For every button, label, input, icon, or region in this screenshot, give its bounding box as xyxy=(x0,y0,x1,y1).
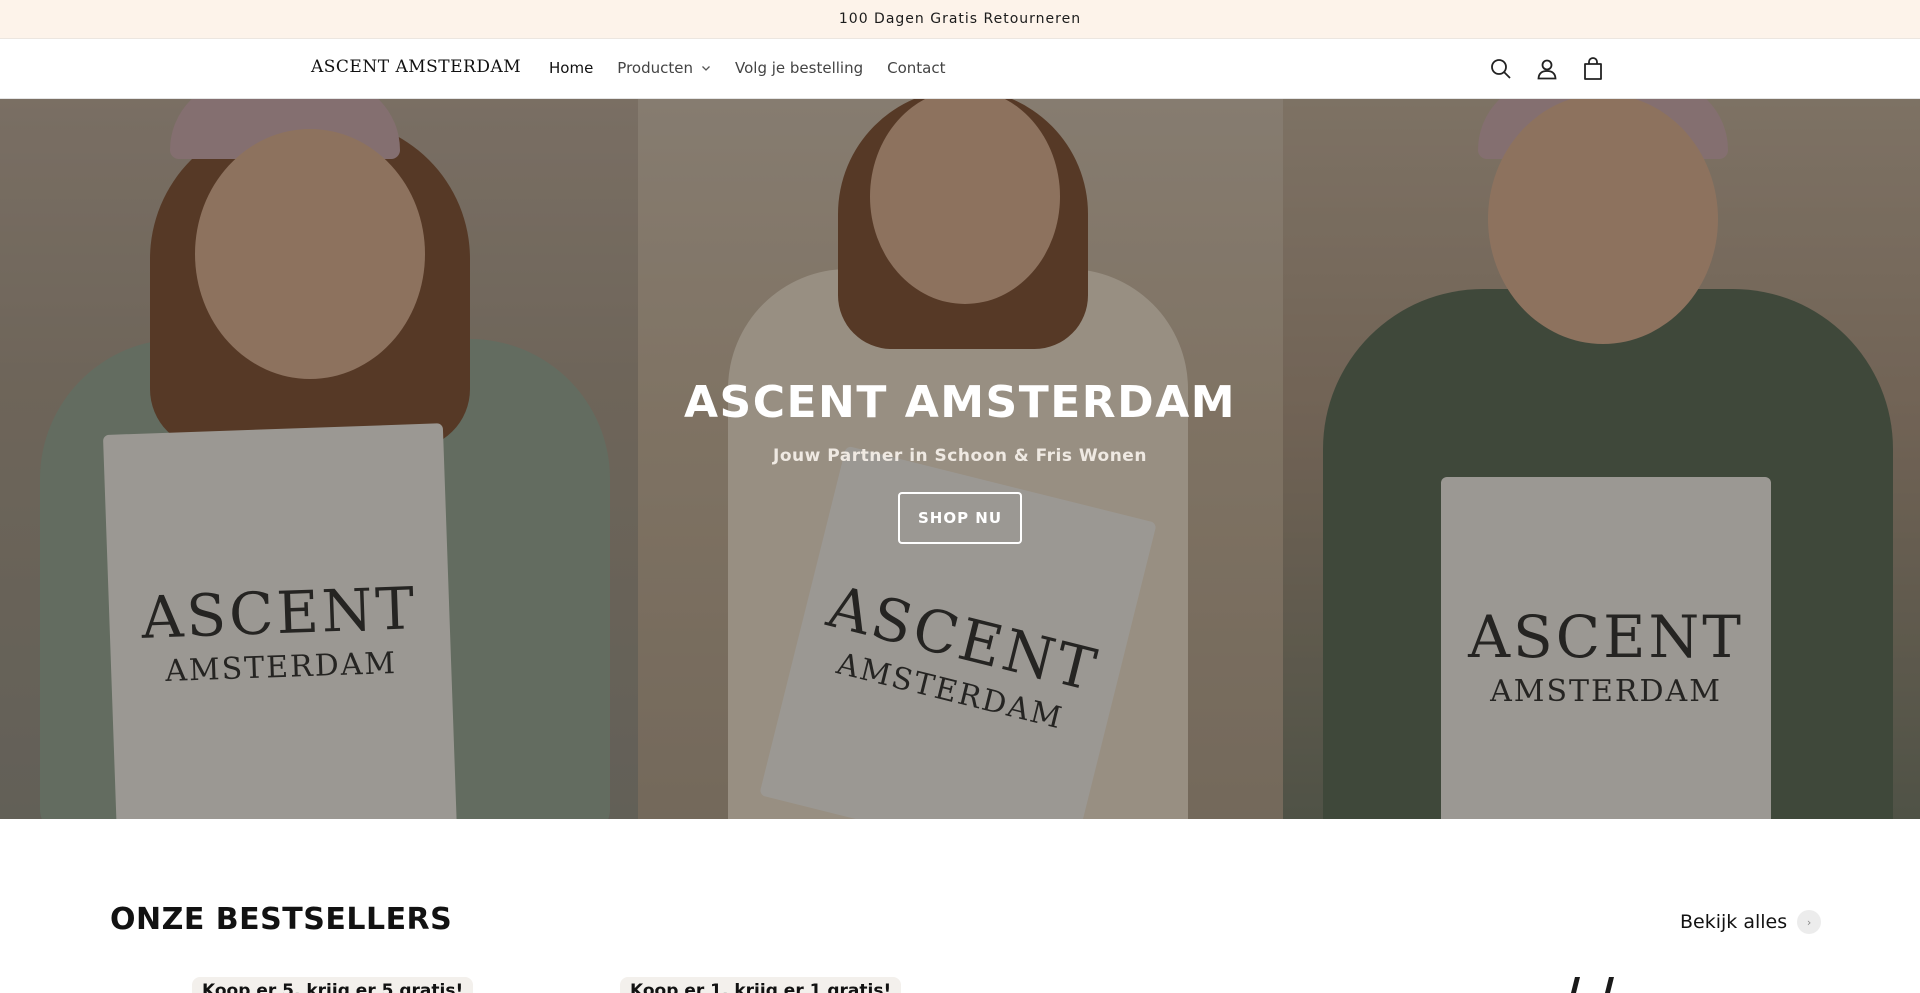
promo-badge: Koop er 1, krijg er 1 gratis! xyxy=(620,977,902,993)
promo-badge: Koop er 5, krijg er 5 gratis! xyxy=(192,977,474,993)
hero-title: ASCENT AMSTERDAM xyxy=(683,377,1237,428)
nav-track-order-label: Volg je bestelling xyxy=(735,59,864,77)
view-all-link[interactable]: Bekijk alles › xyxy=(1680,910,1822,934)
hero-subtitle: Jouw Partner in Schoon & Fris Wonen xyxy=(773,446,1147,466)
cart-icon[interactable] xyxy=(1580,56,1606,82)
nav-home[interactable]: Home xyxy=(537,59,605,77)
bestsellers-title: ONZE BESTSELLERS xyxy=(110,902,453,937)
header-icons xyxy=(1488,54,1606,84)
chevron-down-icon xyxy=(702,66,710,71)
product-logo-partial xyxy=(1571,977,1614,993)
site-header: ASCENT AMSTERDAM Home Producten Volg je … xyxy=(0,39,1920,99)
hero-banner: ASCENT AMSTERDAM ASCENT AMSTERDAM ASCENT… xyxy=(0,99,1920,819)
nav-track-order[interactable]: Volg je bestelling xyxy=(723,59,875,77)
view-all-label: Bekijk alles xyxy=(1680,911,1788,933)
shop-now-button[interactable]: SHOP NU xyxy=(898,492,1022,544)
nav-home-label: Home xyxy=(549,59,594,77)
store-logo[interactable]: ASCENT AMSTERDAM xyxy=(311,57,521,77)
nav-products-label: Producten xyxy=(617,59,693,77)
main-nav: Home Producten Volg je bestelling Contac… xyxy=(537,55,957,81)
search-icon[interactable] xyxy=(1488,56,1514,82)
announcement-text: 100 Dagen Gratis Retourneren xyxy=(838,11,1082,27)
nav-contact-label: Contact xyxy=(887,59,946,77)
nav-products[interactable]: Producten xyxy=(605,59,723,77)
account-icon[interactable] xyxy=(1534,56,1560,82)
announcement-bar: 100 Dagen Gratis Retourneren xyxy=(0,0,1920,39)
nav-contact[interactable]: Contact xyxy=(875,59,957,77)
hero-content: ASCENT AMSTERDAM Jouw Partner in Schoon … xyxy=(0,99,1920,819)
arrow-right-icon: › xyxy=(1797,910,1822,934)
